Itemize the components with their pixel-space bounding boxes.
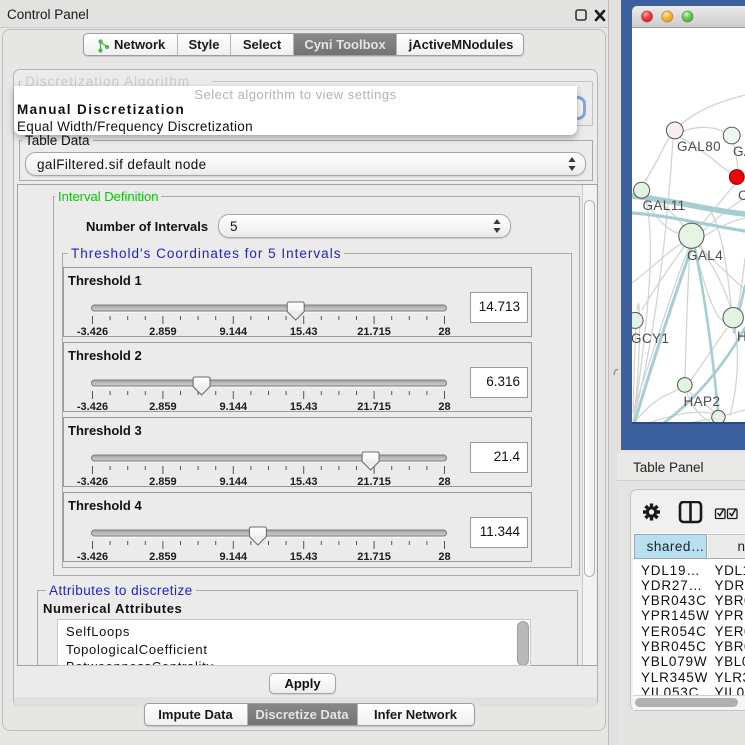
- svg-text:21.715: 21.715: [357, 476, 391, 488]
- svg-text:15.43: 15.43: [290, 551, 318, 563]
- svg-text:28: 28: [438, 476, 450, 488]
- svg-text:21.715: 21.715: [357, 326, 391, 338]
- svg-text:21.715: 21.715: [357, 551, 391, 563]
- svg-text:-3.426: -3.426: [77, 326, 108, 338]
- svg-text:2.859: 2.859: [149, 551, 177, 563]
- svg-text:9.144: 9.144: [220, 476, 248, 488]
- svg-text:H: H: [737, 329, 745, 344]
- svg-text:28: 28: [438, 326, 450, 338]
- svg-text:GAL80: GAL80: [677, 139, 721, 154]
- svg-text:15.43: 15.43: [290, 326, 318, 338]
- svg-text:-3.426: -3.426: [77, 551, 108, 563]
- svg-text:28: 28: [438, 551, 450, 563]
- svg-text:28: 28: [438, 401, 450, 413]
- svg-text:GAL4: GAL4: [687, 248, 723, 263]
- svg-text:2.859: 2.859: [149, 326, 177, 338]
- svg-text:-3.426: -3.426: [77, 476, 108, 488]
- svg-text:21.715: 21.715: [357, 401, 391, 413]
- svg-text:GA: GA: [733, 144, 745, 159]
- svg-text:HAP2: HAP2: [684, 394, 721, 409]
- svg-text:9.144: 9.144: [220, 326, 248, 338]
- svg-text:GAL11: GAL11: [643, 198, 686, 213]
- svg-text:2.859: 2.859: [149, 401, 177, 413]
- svg-text:-3.426: -3.426: [77, 401, 108, 413]
- svg-text:9.144: 9.144: [220, 551, 248, 563]
- svg-text:GCY1: GCY1: [632, 331, 669, 346]
- svg-text:2.859: 2.859: [149, 476, 177, 488]
- svg-text:15.43: 15.43: [290, 401, 318, 413]
- svg-text:C: C: [738, 188, 745, 203]
- svg-text:9.144: 9.144: [220, 401, 248, 413]
- svg-text:15.43: 15.43: [290, 476, 318, 488]
